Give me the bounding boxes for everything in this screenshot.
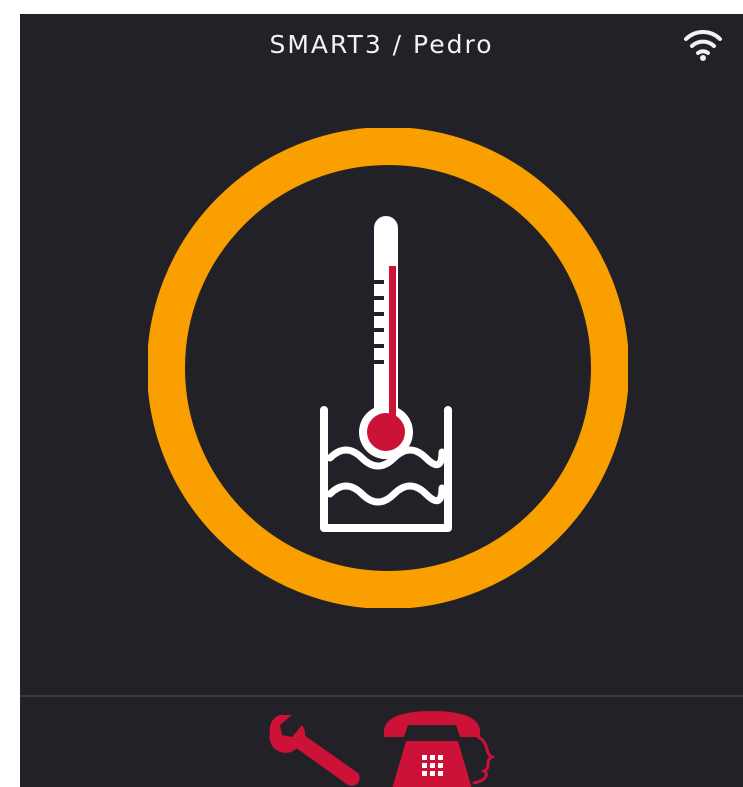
wifi-icon (684, 29, 722, 61)
device-title: SMART3 / Pedro (269, 30, 494, 59)
thermometer-water-bath-icon (320, 216, 452, 532)
header-bar: SMART3 / Pedro (20, 14, 743, 78)
water-bath-button[interactable] (148, 128, 628, 608)
wrench-icon[interactable] (266, 715, 364, 787)
bottom-toolbar (20, 695, 743, 787)
telephone-icon[interactable] (380, 711, 498, 787)
app-screen: SMART3 / Pedro (20, 14, 743, 787)
